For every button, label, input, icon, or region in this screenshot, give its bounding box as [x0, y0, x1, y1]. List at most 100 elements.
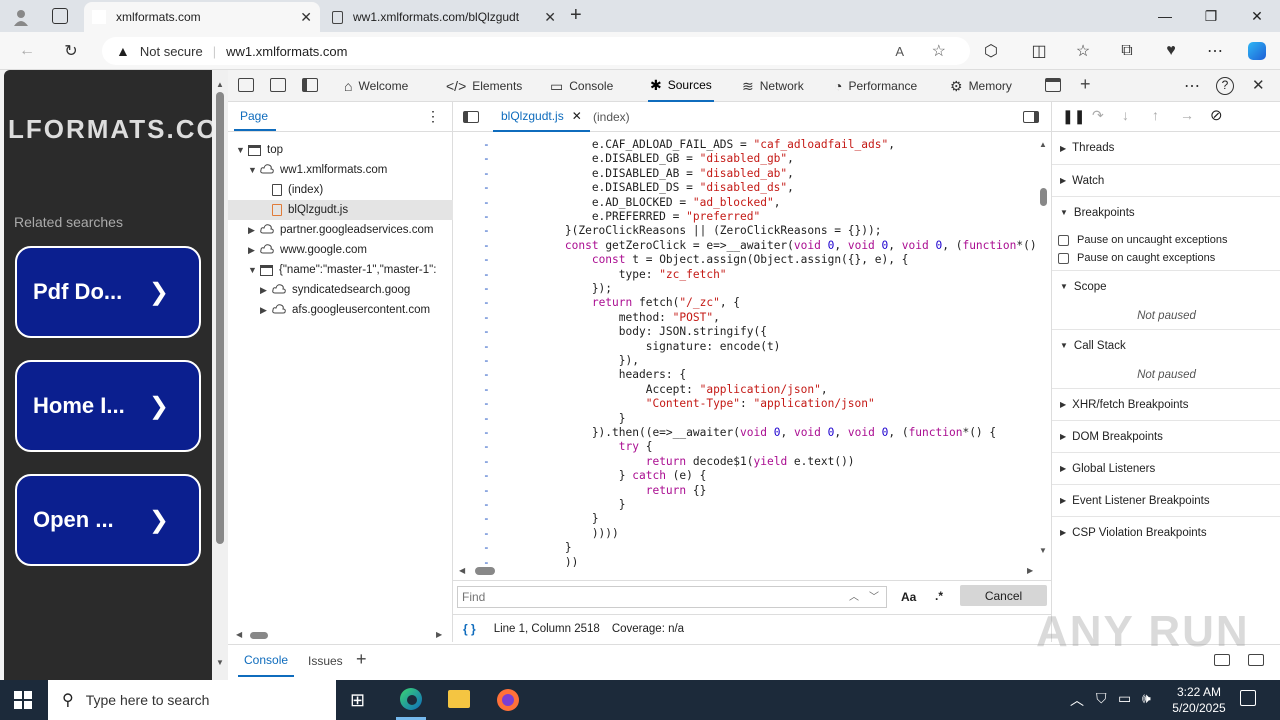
new-tab-icon[interactable]: + [570, 4, 582, 27]
ethernet-icon[interactable]: ▭ [1118, 690, 1131, 707]
more-tools-icon[interactable]: ⋯ [1184, 76, 1200, 96]
scroll-up-icon[interactable]: ▲ [216, 80, 224, 89]
tree-item[interactable]: ▶ syndicatedsearch.goog [228, 280, 453, 300]
gutter-marker[interactable]: - [483, 167, 490, 181]
scroll-down-icon[interactable]: ▼ [216, 658, 224, 667]
gutter-marker[interactable]: - [483, 296, 490, 310]
tree-item[interactable]: ▼ {"name":"master-1","master-1": [228, 260, 453, 280]
scroll-right-icon[interactable]: ▶ [1027, 566, 1033, 575]
pause-caught-checkbox[interactable] [1058, 252, 1069, 264]
section-csp-breakpoints[interactable]: ▶ CSP Violation Breakpoints [1052, 516, 1280, 548]
gutter-marker[interactable]: - [483, 354, 490, 368]
pretty-print-icon[interactable]: { } [463, 622, 476, 636]
scrollbar-thumb[interactable] [216, 92, 224, 544]
code-line[interactable]: e.PREFERRED = "preferred" [511, 210, 760, 224]
favorite-star-icon[interactable]: ☆ [932, 41, 946, 61]
add-drawer-tab-icon[interactable]: + [356, 649, 367, 670]
gutter-marker[interactable]: - [483, 426, 490, 440]
sidebar-toggle-icon[interactable] [302, 78, 318, 92]
read-aloud-icon[interactable]: A [895, 44, 904, 59]
scrollbar-thumb[interactable] [1040, 188, 1047, 206]
gutter-marker[interactable]: - [483, 440, 490, 454]
section-scope[interactable]: ▼ Scope [1052, 270, 1280, 302]
search-link-button[interactable]: Open ... ❯ [15, 474, 201, 566]
scroll-up-icon[interactable]: ▲ [1039, 140, 1047, 149]
close-tab-icon[interactable]: ✕ [544, 9, 556, 26]
gutter-marker[interactable]: - [483, 368, 490, 382]
gutter-marker[interactable]: - [483, 498, 490, 512]
section-watch[interactable]: ▶ Watch [1052, 164, 1280, 196]
close-tab-icon[interactable]: ✕ [300, 9, 312, 26]
deactivate-breakpoints-icon[interactable]: ⊘ [1210, 106, 1223, 124]
restore-icon[interactable]: ❐ [1188, 0, 1234, 32]
code-line[interactable]: )))) [511, 527, 619, 541]
close-window-icon[interactable]: ✕ [1234, 0, 1280, 32]
code-line[interactable]: } [511, 498, 626, 512]
clock[interactable]: 3:22 AM 5/20/2025 [1166, 684, 1232, 716]
gutter-marker[interactable]: - [483, 541, 490, 555]
scroll-down-icon[interactable]: ▼ [1039, 546, 1047, 555]
gutter-marker[interactable]: - [483, 527, 490, 541]
code-line[interactable]: try { [511, 440, 653, 454]
code-line[interactable]: const t = Object.assign(Object.assign({}… [511, 253, 909, 267]
code-line[interactable]: "Content-Type": "application/json" [511, 397, 875, 411]
tree-item[interactable]: ▼ ww1.xmlformats.com [228, 160, 453, 180]
find-input[interactable] [457, 586, 887, 608]
code-line[interactable]: e.DISABLED_GB = "disabled_gb", [511, 152, 794, 166]
undock-icon[interactable] [1248, 654, 1264, 666]
gutter-marker[interactable]: - [483, 412, 490, 426]
code-line[interactable]: }).then((e=>__awaiter(void 0, void 0, vo… [511, 426, 996, 440]
favorites-icon[interactable]: ☆ [1072, 40, 1094, 62]
scroll-left-icon[interactable]: ◀ [236, 630, 242, 639]
gutter-marker[interactable]: - [483, 512, 490, 526]
tree-item[interactable]: ▶ partner.googleadservices.com [228, 220, 453, 240]
section-breakpoints[interactable]: ▼ Breakpoints [1052, 196, 1280, 228]
v-scrollbar[interactable]: ▲ ▼ [1037, 134, 1051, 555]
tab-sources[interactable]: ✱ Sources [648, 70, 714, 102]
pause-uncaught-checkbox[interactable] [1058, 234, 1069, 246]
scroll-left-icon[interactable]: ◀ [459, 566, 465, 575]
code-line[interactable]: Accept: "application/json", [511, 383, 828, 397]
application-icon[interactable] [1045, 78, 1061, 92]
code-view[interactable]: - e.CAF_ADLOAD_FAIL_ADS = "caf_adloadfai… [453, 132, 1051, 567]
taskbar-search[interactable]: ⚲ Type here to search [48, 680, 336, 720]
code-line[interactable]: e.CAF_ADLOAD_FAIL_ADS = "caf_adloadfail_… [511, 138, 895, 152]
performance-icon[interactable]: ♥ [1160, 40, 1182, 62]
step-over-icon[interactable]: ↷ [1092, 107, 1104, 124]
add-tab-icon[interactable]: + [1080, 74, 1091, 95]
gutter-marker[interactable]: - [483, 253, 490, 267]
code-line[interactable]: e.DISABLED_DS = "disabled_ds", [511, 181, 794, 195]
refresh-icon[interactable]: ↻ [60, 40, 82, 62]
code-line[interactable]: method: "POST", [511, 311, 720, 325]
windows-start-icon[interactable] [14, 691, 32, 709]
code-line[interactable]: }); [511, 282, 612, 296]
gutter-marker[interactable]: - [483, 224, 490, 238]
code-line[interactable]: } [511, 412, 626, 426]
code-line[interactable]: }), [511, 354, 639, 368]
close-devtools-icon[interactable]: ✕ [1252, 76, 1265, 94]
cancel-button[interactable]: Cancel [960, 585, 1047, 606]
gutter-marker[interactable]: - [483, 484, 490, 498]
section-threads[interactable]: ▶ Threads [1052, 132, 1280, 164]
code-line[interactable]: type: "zc_fetch" [511, 268, 727, 282]
match-case-button[interactable]: Aa [901, 590, 916, 604]
step-out-icon[interactable]: ↑ [1152, 107, 1159, 123]
tab-memory[interactable]: ⚙ Memory [950, 70, 1012, 102]
expanded-arrow-icon[interactable]: ▼ [236, 145, 248, 155]
help-icon[interactable]: ? [1216, 77, 1234, 95]
code-line[interactable]: headers: { [511, 368, 686, 382]
search-link-button[interactable]: Pdf Do... ❯ [15, 246, 201, 338]
extensions-icon[interactable]: ⬡ [980, 40, 1002, 62]
gutter-marker[interactable]: - [483, 210, 490, 224]
gutter-marker[interactable]: - [483, 138, 490, 152]
network-tray-icon[interactable]: ⛉ [1096, 690, 1107, 707]
volume-icon[interactable]: 🕪 [1142, 690, 1151, 707]
chevron-down-icon[interactable]: ﹀ [869, 588, 879, 603]
edge-icon[interactable] [396, 680, 426, 720]
tray-chevron-icon[interactable]: ︿ [1070, 690, 1084, 710]
gutter-marker[interactable]: - [483, 469, 490, 483]
regex-button[interactable]: .* [935, 589, 943, 603]
tree-item[interactable]: ▼ top [228, 140, 453, 160]
browser-tab[interactable]: ww1.xmlformats.com/blQlzgudt ✕ [324, 2, 564, 32]
scroll-right-icon[interactable]: ▶ [436, 630, 442, 639]
